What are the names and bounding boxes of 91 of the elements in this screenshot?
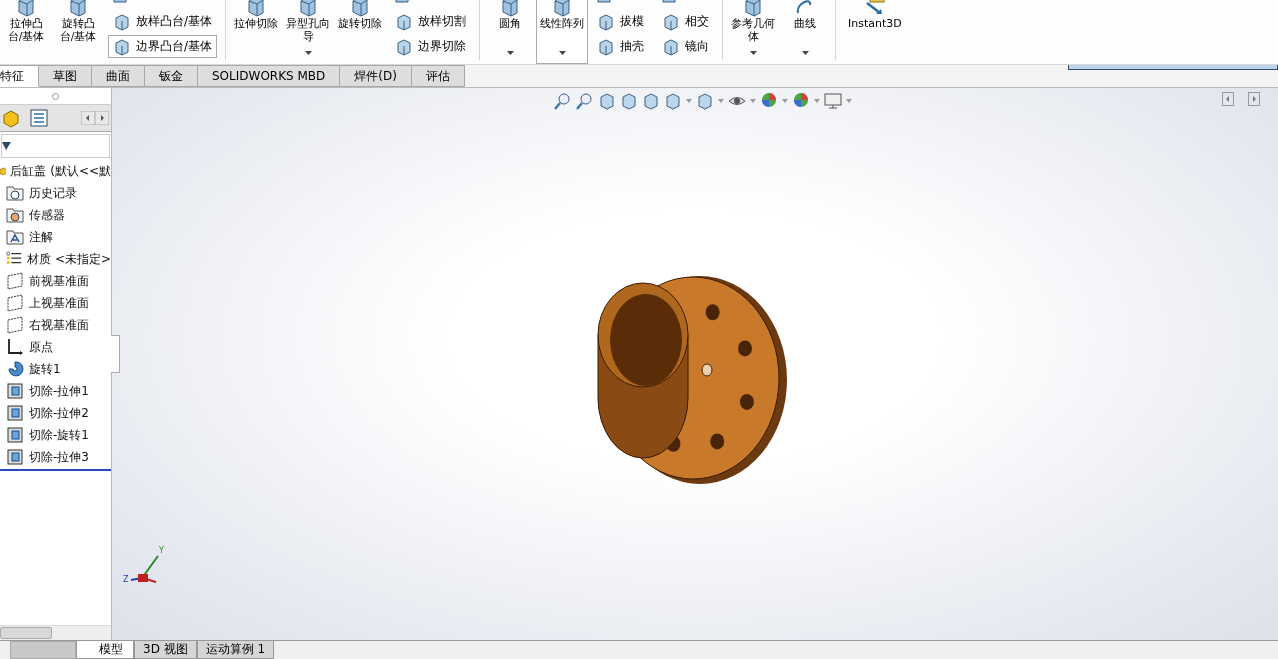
tree-item[interactable]: 传感器 <box>29 206 65 224</box>
shape-icon <box>395 12 414 31</box>
revolve-icon <box>6 360 24 378</box>
tree-item[interactable]: 注解 <box>29 228 53 246</box>
tree-item[interactable]: 切除-拉伸2 <box>29 404 89 422</box>
ribbon-button[interactable]: 边界凸台/基体 <box>108 35 218 58</box>
panel-collapse-handle[interactable] <box>111 335 120 373</box>
scroll-right-icon[interactable] <box>95 111 109 125</box>
plane-icon <box>6 294 24 312</box>
shape-icon <box>113 37 131 56</box>
ribbon-button[interactable]: 圆角 <box>484 0 537 64</box>
ribbon-tab[interactable]: 曲面 <box>92 65 145 87</box>
ribbon-button[interactable]: 放样凸台/基体 <box>108 10 218 33</box>
ribbon-button[interactable]: 曲线 <box>779 0 832 64</box>
ribbon-button[interactable]: 拔模 <box>592 10 650 33</box>
part-tree-icon[interactable] <box>0 107 22 129</box>
zoom-area-icon[interactable] <box>576 92 594 110</box>
appearance-icon[interactable] <box>760 92 778 110</box>
tree-item[interactable]: 旋转1 <box>29 360 61 378</box>
tree-item[interactable]: 切除-旋转1 <box>29 426 89 444</box>
tree-item[interactable]: 切除-拉伸3 <box>29 448 89 466</box>
tree-item[interactable]: 后缸盖 (默认<<默 <box>10 162 111 180</box>
shape-icon <box>662 37 681 56</box>
pane-right-icon[interactable] <box>1248 92 1260 106</box>
ribbon-tab[interactable]: 特征 <box>0 65 39 87</box>
shape-icon <box>662 12 681 31</box>
plane-icon <box>6 316 24 334</box>
ribbon-button[interactable]: 放样切割 <box>390 10 472 33</box>
tree-item[interactable]: 材质 <未指定> <box>27 250 111 268</box>
axis-label: Y <box>159 546 164 555</box>
shape-icon <box>597 12 616 31</box>
ribbon-button[interactable]: 拉伸切除 <box>230 0 283 64</box>
ribbon-tab[interactable]: 焊件(D) <box>340 65 412 87</box>
tree-item[interactable]: 右视基准面 <box>29 316 89 334</box>
shape-icon <box>395 37 414 56</box>
scene-icon[interactable] <box>792 92 810 110</box>
cut-revolve-icon <box>6 426 24 444</box>
horizontal-scrollbar[interactable] <box>0 625 111 640</box>
ribbon-button[interactable]: 线性阵列 <box>536 0 589 64</box>
cube-icon <box>67 0 89 17</box>
cube-icon <box>15 0 37 17</box>
ribbon-tab[interactable]: 评估 <box>411 65 465 87</box>
document-tab[interactable]: 模型 <box>76 641 134 659</box>
caret-icon <box>801 51 809 55</box>
tree-item[interactable]: 原点 <box>29 338 53 356</box>
folder-letter-icon <box>6 228 24 246</box>
tree-item[interactable]: 前视基准面 <box>29 272 89 290</box>
caret-icon[interactable] <box>846 99 852 103</box>
scroll-left-icon[interactable] <box>81 111 95 125</box>
monitor-icon[interactable] <box>824 92 842 110</box>
caret-icon[interactable] <box>718 99 724 103</box>
axis-triad-drawing <box>130 555 159 583</box>
cut-extrude-icon <box>6 404 24 422</box>
part-icon <box>0 165 7 177</box>
plane-icon <box>6 272 24 290</box>
pane-left-icon[interactable] <box>1222 92 1234 106</box>
tree-item[interactable]: 切除-拉伸1 <box>29 382 89 400</box>
caret-icon[interactable] <box>750 99 756 103</box>
tree-item[interactable]: 历史记录 <box>29 184 77 202</box>
ribbon-button[interactable]: 旋转凸台/基体 <box>52 0 104 64</box>
tree-item[interactable]: 上视基准面 <box>29 294 89 312</box>
ribbon-button[interactable]: 旋转切除 <box>334 0 387 64</box>
zoom-fit-icon[interactable] <box>554 92 572 110</box>
caret-icon <box>506 51 514 55</box>
caret-icon[interactable] <box>814 99 820 103</box>
ribbon-tab[interactable]: 钣金 <box>145 65 198 87</box>
cut-extrude-icon <box>6 448 24 466</box>
shape-icon <box>597 37 616 56</box>
ribbon-button[interactable]: Instant3D <box>844 0 906 64</box>
origin-axes-icon <box>6 338 24 356</box>
document-tab[interactable]: 3D 视图 <box>134 641 197 659</box>
axis-label: Z <box>123 575 129 584</box>
caret-icon <box>558 51 566 55</box>
ribbon-button[interactable]: 相交 <box>657 10 715 33</box>
ribbon-button[interactable]: 参考几何体 <box>727 0 780 64</box>
caret-icon <box>749 51 757 55</box>
property-list-icon[interactable] <box>28 107 50 129</box>
ribbon-button[interactable]: 边界切除 <box>390 35 472 58</box>
shape-icon <box>113 12 131 31</box>
ribbon-button[interactable]: 镜向 <box>657 35 715 58</box>
ribbon-button[interactable]: 抽壳 <box>592 35 650 58</box>
caret-icon[interactable] <box>686 99 692 103</box>
ribbon-tab[interactable]: 草图 <box>39 65 92 87</box>
caret-icon[interactable] <box>782 99 788 103</box>
filter-icon[interactable] <box>2 141 12 151</box>
document-tab[interactable]: 运动算例 1 <box>196 641 275 659</box>
ribbon-button[interactable]: 拉伸凸台/基体 <box>0 0 52 64</box>
ribbon-button[interactable]: 异型孔向导 <box>282 0 335 64</box>
ribbon-tab[interactable]: SOLIDWORKS MBD <box>198 65 341 87</box>
cut-extrude-icon <box>6 382 24 400</box>
caret-icon <box>304 51 312 55</box>
